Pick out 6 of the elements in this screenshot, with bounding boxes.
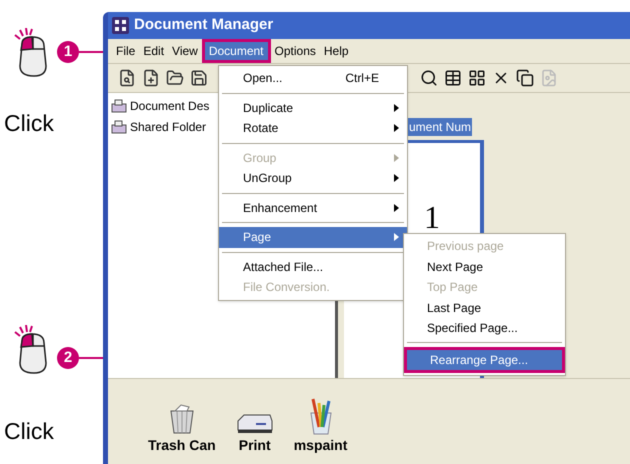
step-number: 1 xyxy=(57,41,79,63)
click-label: Click xyxy=(4,420,54,443)
window-title: Document Manager xyxy=(134,15,274,36)
step-number: 2 xyxy=(57,347,79,369)
page-number: 1 xyxy=(424,199,440,235)
click-label: Click xyxy=(4,112,54,135)
